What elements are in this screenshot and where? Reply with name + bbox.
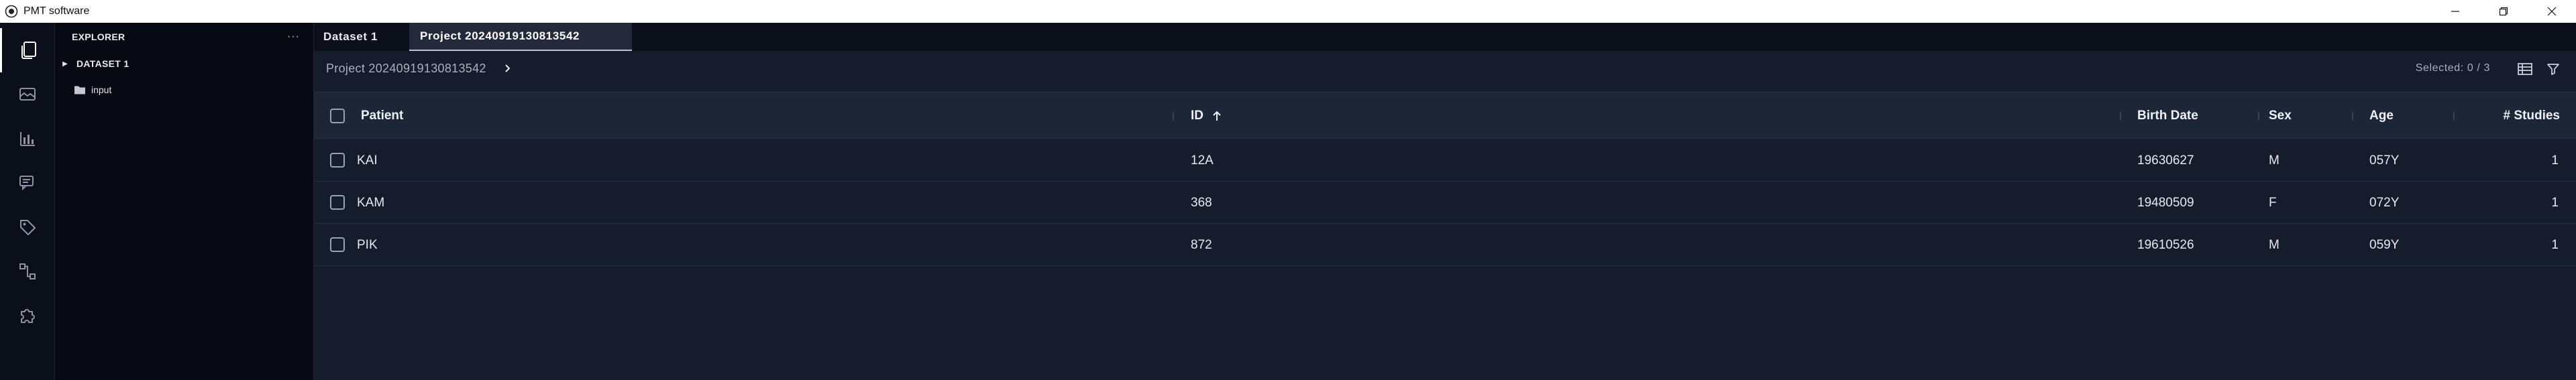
column-resize-handle[interactable]	[2120, 112, 2121, 120]
table-view-button[interactable]	[2516, 60, 2534, 78]
close-button[interactable]	[2528, 0, 2576, 23]
cell-id: 12A	[1191, 153, 1214, 168]
column-resize-handle[interactable]	[2453, 112, 2455, 120]
activity-comments[interactable]	[0, 161, 55, 205]
activity-charts[interactable]	[0, 117, 55, 161]
column-resize-handle[interactable]	[2352, 112, 2353, 120]
tab-dataset[interactable]: Dataset 1	[314, 23, 409, 51]
minimize-button[interactable]	[2431, 0, 2479, 23]
column-header-birth-date[interactable]: Birth Date	[2137, 92, 2198, 139]
column-header-studies[interactable]: # Studies	[2461, 92, 2560, 139]
sort-ascending-icon	[1212, 110, 1222, 122]
restore-button[interactable]	[2479, 0, 2528, 23]
restore-icon	[2499, 7, 2508, 16]
cell-birth-date: 19630627	[2137, 153, 2194, 168]
close-icon	[2547, 7, 2557, 16]
activity-bar	[0, 23, 55, 380]
cell-id: 368	[1191, 195, 1212, 210]
chevron-right-icon[interactable]: ▶	[60, 60, 70, 68]
activity-files[interactable]	[0, 28, 55, 72]
cell-age: 057Y	[2369, 153, 2400, 168]
cell-sex: M	[2269, 237, 2279, 252]
cell-birth-date: 19480509	[2137, 195, 2194, 210]
breadcrumb: Project 20240919130813542	[326, 51, 512, 86]
column-header-sex[interactable]: Sex	[2269, 92, 2292, 139]
cell-patient: PIK	[357, 237, 378, 252]
main-area: Dataset 1 Project 20240919130813542 Proj…	[314, 23, 2576, 380]
cell-studies: 1	[2551, 195, 2559, 210]
app-logo-icon	[5, 5, 18, 18]
select-all-checkbox[interactable]	[330, 109, 345, 123]
tree-item-label: DATASET 1	[76, 58, 129, 69]
folder-icon	[74, 86, 85, 94]
cell-sex: M	[2269, 153, 2279, 168]
more-actions-button[interactable]: ···	[287, 31, 300, 43]
chart-icon	[20, 132, 35, 146]
files-icon	[21, 42, 36, 59]
column-header-id[interactable]: ID	[1191, 92, 1222, 139]
chevron-right-icon[interactable]	[504, 64, 512, 73]
cell-age: 072Y	[2369, 195, 2400, 210]
table-row[interactable]: KAI 12A 19630627 M 057Y 1	[314, 139, 2576, 182]
activity-tags[interactable]	[0, 205, 55, 249]
cell-patient: KAI	[357, 153, 378, 168]
explorer-header: EXPLORER ···	[72, 29, 300, 44]
activity-viewer[interactable]	[0, 72, 55, 117]
plugin-icon	[21, 309, 35, 323]
toolbar: Project 20240919130813542 Selected: 0 / …	[314, 51, 2576, 86]
row-checkbox[interactable]	[330, 237, 345, 252]
cell-id: 872	[1191, 237, 1212, 252]
tab-project[interactable]: Project 20240919130813542	[409, 23, 632, 51]
cell-studies: 1	[2551, 153, 2559, 168]
tree-item-folder[interactable]: input	[74, 82, 111, 97]
comments-icon	[19, 176, 34, 191]
column-header-patient[interactable]: Patient	[361, 92, 403, 139]
column-header-age[interactable]: Age	[2369, 92, 2394, 139]
cell-sex: F	[2269, 195, 2277, 210]
window-titlebar: PMT software	[0, 0, 2576, 23]
column-header-label: ID	[1191, 109, 1203, 123]
table-view-icon	[2518, 63, 2532, 75]
pipeline-icon	[19, 263, 36, 279]
table-row[interactable]: KAM 368 19480509 F 072Y 1	[314, 182, 2576, 224]
activity-plugins[interactable]	[0, 294, 55, 338]
filter-icon	[2547, 64, 2559, 75]
filter-button[interactable]	[2544, 60, 2563, 78]
cell-patient: KAM	[357, 195, 385, 210]
explorer-panel: EXPLORER ··· ▶ DATASET 1 input	[55, 23, 314, 380]
activity-pipeline[interactable]	[0, 249, 55, 294]
tag-icon	[20, 220, 36, 235]
viewer-icon	[19, 88, 36, 101]
row-checkbox[interactable]	[330, 195, 345, 210]
row-checkbox[interactable]	[330, 153, 345, 168]
minimize-icon	[2451, 11, 2459, 12]
breadcrumb-item[interactable]: Project 20240919130813542	[326, 62, 486, 76]
table-header: Patient ID Birth Date Sex Age # Studies	[314, 92, 2576, 139]
tree-item-label: input	[91, 84, 112, 95]
column-resize-handle[interactable]	[1173, 112, 1174, 120]
selected-count: Selected: 0 / 3	[2415, 62, 2490, 74]
cell-age: 059Y	[2369, 237, 2400, 252]
cell-birth-date: 19610526	[2137, 237, 2194, 252]
explorer-title: EXPLORER	[72, 31, 125, 42]
table-row[interactable]: PIK 872 19610526 M 059Y 1	[314, 224, 2576, 266]
window-title: PMT software	[23, 5, 90, 17]
column-resize-handle[interactable]	[2258, 112, 2259, 120]
tab-bar: Dataset 1 Project 20240919130813542	[314, 23, 2576, 51]
tree-item-dataset[interactable]: ▶ DATASET 1	[60, 56, 129, 71]
cell-studies: 1	[2551, 237, 2559, 252]
